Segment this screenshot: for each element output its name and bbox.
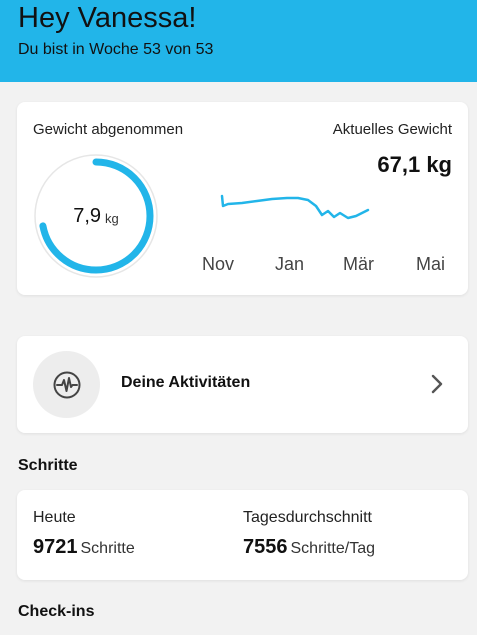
steps-average-value: 7556 (243, 536, 288, 558)
steps-today-unit: Schritte (80, 540, 135, 557)
activity-pulse-icon (53, 371, 80, 398)
steps-card[interactable]: Heute 9721 Schritte Tagesdurchschnitt 755… (17, 490, 468, 580)
weight-lost-label: Gewicht abgenommen (33, 121, 184, 138)
current-weight-value: 67,1 kg (377, 152, 452, 177)
weight-card[interactable]: Gewicht abgenommen Aktuelles Gewicht 67,… (17, 102, 468, 295)
activities-button[interactable]: Deine Aktivitäten (17, 336, 468, 433)
steps-average-label: Tagesdurchschnitt (243, 509, 372, 526)
weight-lost-value: 7,9 kg (33, 153, 159, 279)
current-weight-label: Aktuelles Gewicht (332, 121, 452, 138)
axis-label-month: Nov (202, 254, 235, 274)
weight-trend-line (220, 194, 370, 220)
steps-today-label: Heute (33, 509, 76, 526)
steps-average-unit: Schritte/Tag (290, 540, 375, 557)
steps-section-title: Schritte (18, 457, 78, 474)
week-progress-text: Du bist in Woche 53 von 53 (18, 41, 214, 58)
weight-lost-number: 7,9 (73, 204, 102, 227)
header-banner: Hey Vanessa! Du bist in Woche 53 von 53 (0, 0, 477, 82)
steps-daily-average: Tagesdurchschnitt 7556 Schritte/Tag (243, 509, 375, 559)
axis-label-month: Mai (416, 254, 446, 274)
checkins-section-title: Check-ins (18, 603, 95, 620)
weight-trend-path (220, 194, 370, 220)
axis-label-month: Jan (275, 254, 305, 274)
steps-today-value: 9721 (33, 536, 78, 558)
activity-icon-circle (33, 351, 100, 418)
axis-label-month: Mär (343, 254, 374, 274)
weight-lost-unit: kg (105, 210, 119, 226)
chevron-right-icon (431, 374, 443, 394)
steps-today: Heute 9721 Schritte (33, 509, 135, 559)
greeting-title: Hey Vanessa! (18, 2, 197, 34)
activities-label: Deine Aktivitäten (121, 374, 251, 391)
trend-axis-labels: Nov Jan Mär Mai (202, 254, 452, 276)
